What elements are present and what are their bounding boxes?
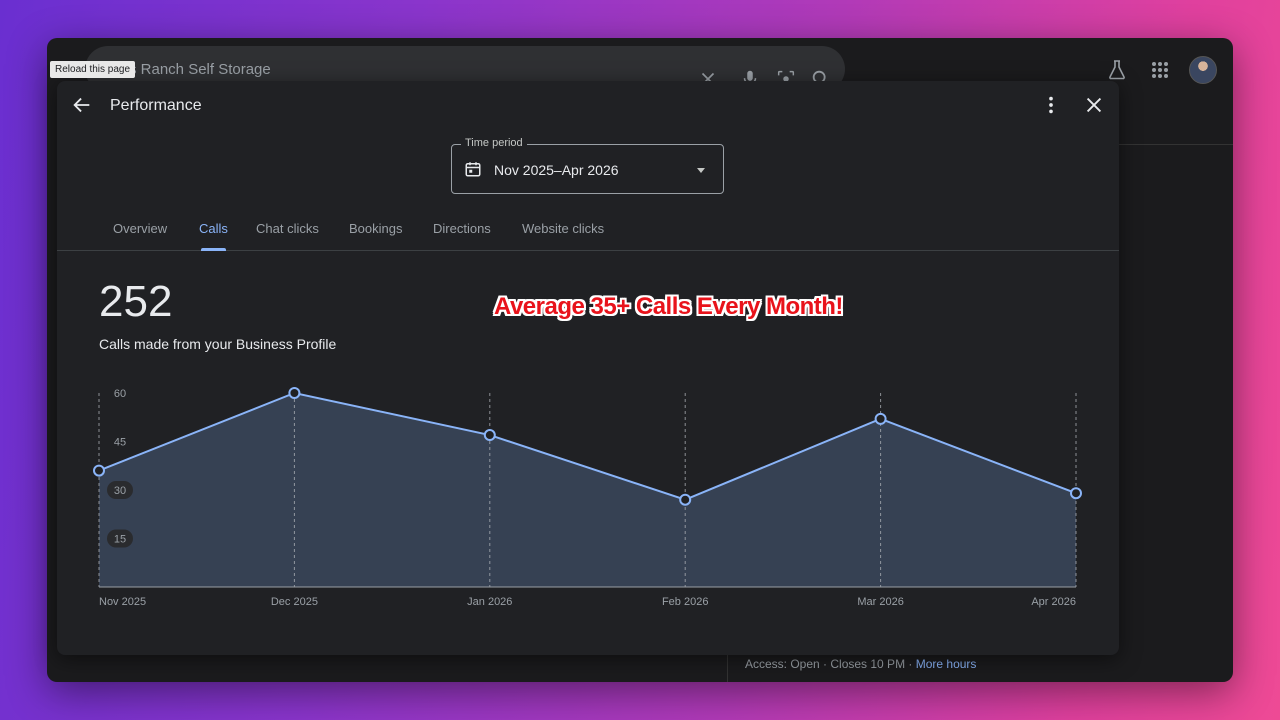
reload-tooltip: Reload this page <box>50 61 136 78</box>
hours-info: Access: Open · Closes 10 PM · More hours <box>745 657 976 671</box>
chart-xtick-label: Mar 2026 <box>857 596 903 608</box>
chart-ytick-label: 45 <box>114 437 126 449</box>
access-hours-text: Access: Open · Closes 10 PM · <box>745 657 916 671</box>
chart-data-point <box>93 464 105 477</box>
chart-data-point <box>874 412 887 425</box>
chart-data-point <box>1070 487 1082 500</box>
chart-data-point <box>288 387 301 399</box>
background-divider <box>1117 144 1233 145</box>
chart-xtick-label: Jan 2026 <box>467 596 512 608</box>
chart-xtick-label: Apr 2026 <box>1031 596 1076 608</box>
background-divider-vertical <box>727 655 728 682</box>
chart-ytick-label: 15 <box>114 534 126 546</box>
search-input[interactable]: s Ranch Self Storage <box>129 61 271 78</box>
chart-ytick-label: 30 <box>114 485 126 497</box>
chart-data-point <box>679 493 692 506</box>
chart-xtick-label: Feb 2026 <box>662 596 708 608</box>
chart-ytick-label: 60 <box>114 388 126 400</box>
chart-xtick-label: Nov 2025 <box>99 596 146 608</box>
labs-flask-icon[interactable] <box>1105 58 1129 82</box>
performance-dialog: Performance Time period Nov 2025–Apr 202… <box>57 81 1119 655</box>
account-avatar[interactable] <box>1189 56 1217 84</box>
apps-grid-icon[interactable] <box>1148 58 1172 82</box>
chart-data-point <box>483 429 496 442</box>
more-hours-link[interactable]: More hours <box>916 657 977 671</box>
calls-area-chart: 60 45 30 15 Nov 2025 Dec 2025 Jan 2026 Feb 2026… <box>93 387 1082 608</box>
chart-xtick-label: Dec 2025 <box>271 596 318 608</box>
chart-area-fill <box>99 393 1076 587</box>
